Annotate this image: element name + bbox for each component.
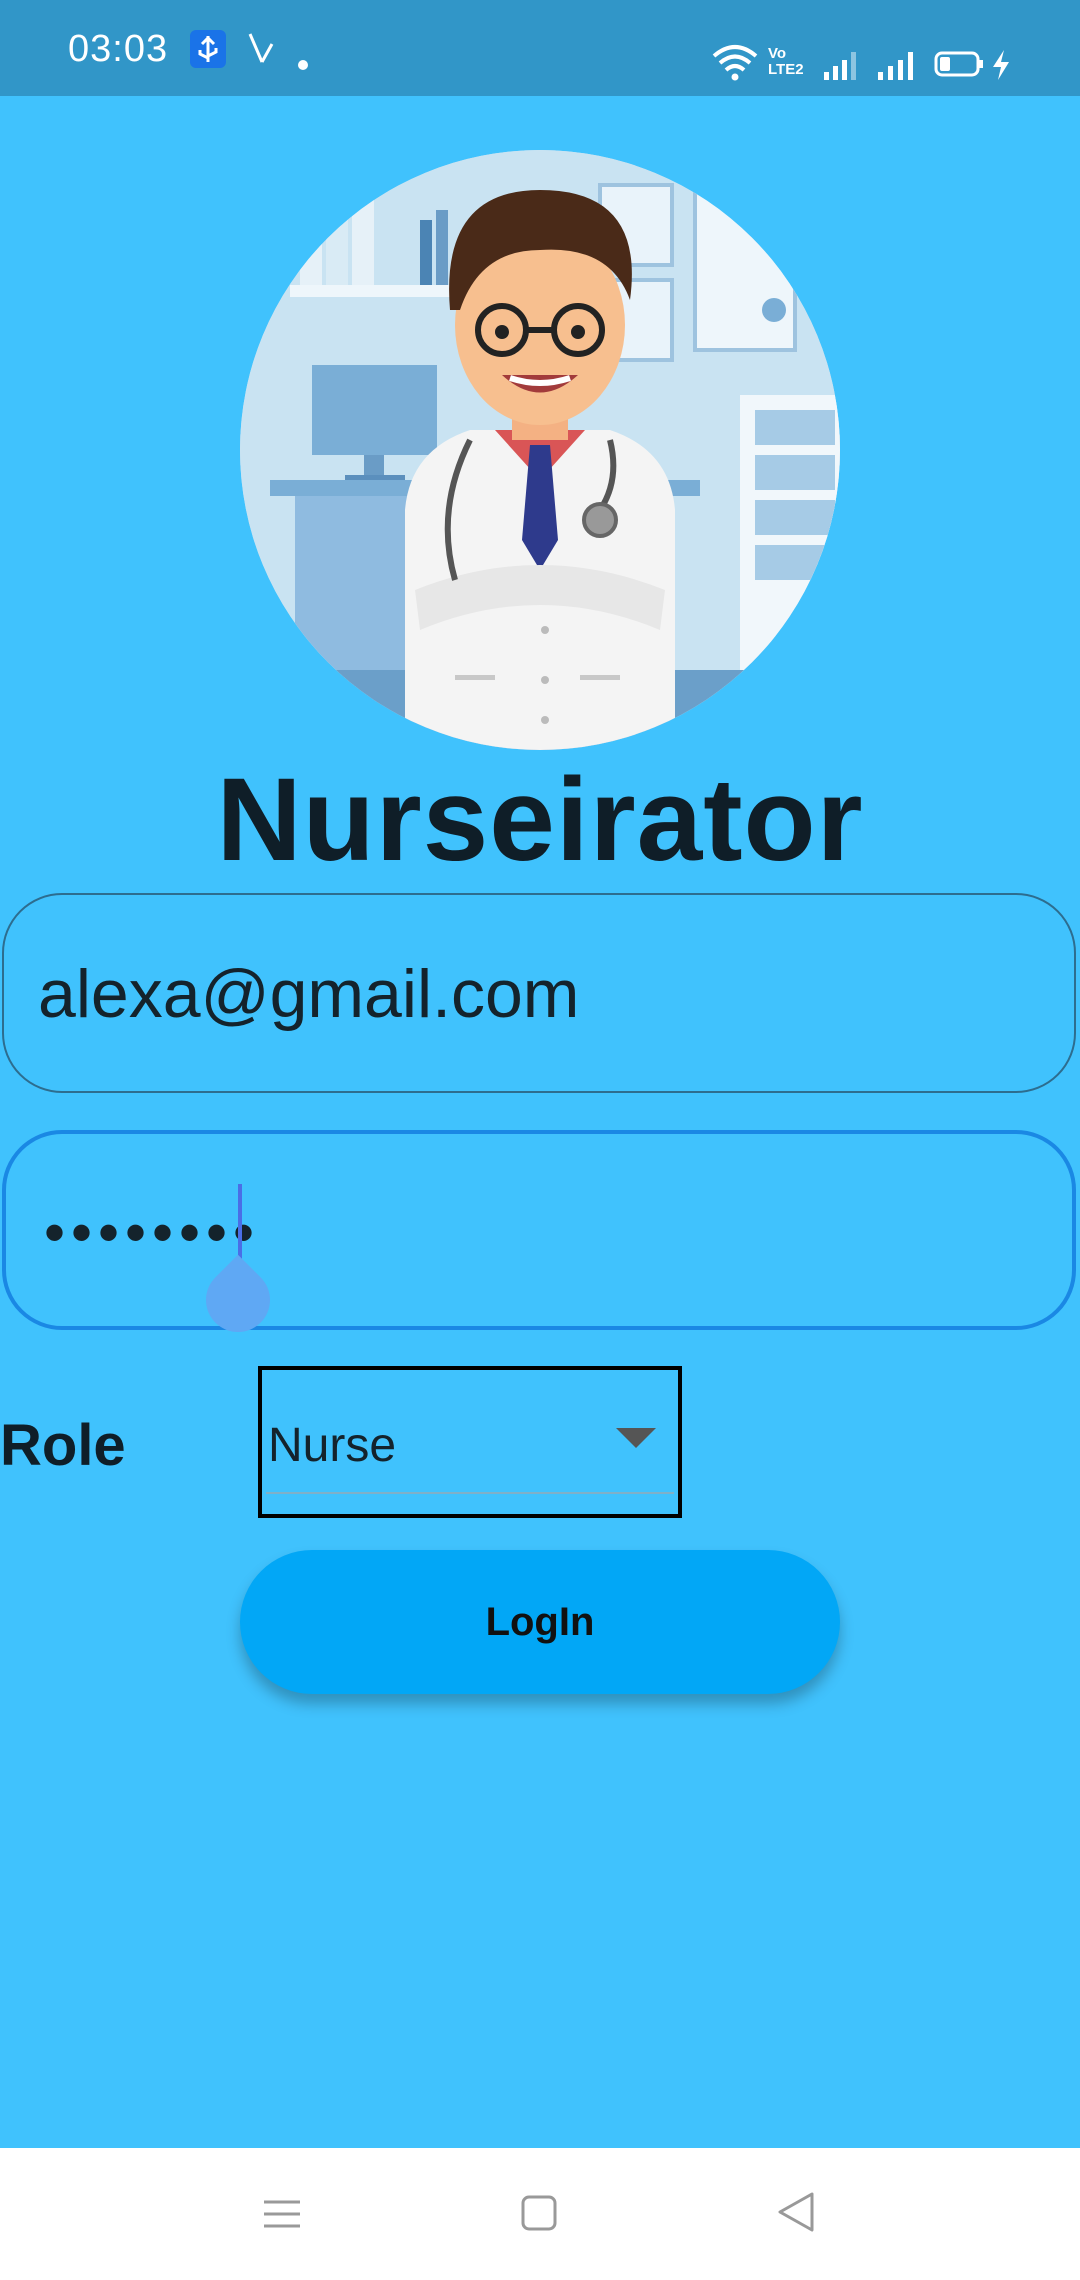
signal-icon: [822, 48, 858, 82]
volte-line1: Vo: [768, 45, 787, 62]
battery-icon: [934, 50, 984, 78]
dropdown-arrow-icon: [616, 1428, 656, 1448]
menu-icon[interactable]: [262, 2196, 302, 2232]
email-field[interactable]: alexa@gmail.com: [2, 893, 1076, 1093]
status-time: 03:03: [68, 28, 169, 70]
volte-line2: LTE2: [768, 61, 804, 78]
role-selected-value: Nurse: [268, 1419, 397, 1472]
tool-icon: [246, 30, 276, 66]
volte-indicator: Vo LTE2: [768, 46, 804, 78]
password-field[interactable]: ••••••••: [2, 1130, 1076, 1330]
home-icon[interactable]: [520, 2194, 558, 2232]
email-value: alexa@gmail.com: [38, 956, 580, 1032]
doctor-avatar-image: [240, 150, 840, 750]
login-button[interactable]: LogIn: [240, 1550, 840, 1694]
role-dropdown[interactable]: Nurse: [258, 1366, 682, 1518]
signal-icon: [876, 48, 918, 82]
wifi-icon: [710, 44, 760, 82]
charging-icon: [990, 48, 1012, 82]
back-icon[interactable]: [776, 2190, 816, 2234]
password-value: ••••••••: [44, 1199, 261, 1266]
role-label: Role: [0, 1413, 126, 1478]
dropdown-underline: [266, 1492, 674, 1494]
dot-icon: [298, 60, 308, 70]
status-bar: 03:03 Vo LTE2: [0, 0, 1080, 96]
app-title: Nurseirator: [216, 754, 864, 886]
usb-icon: [190, 30, 226, 68]
